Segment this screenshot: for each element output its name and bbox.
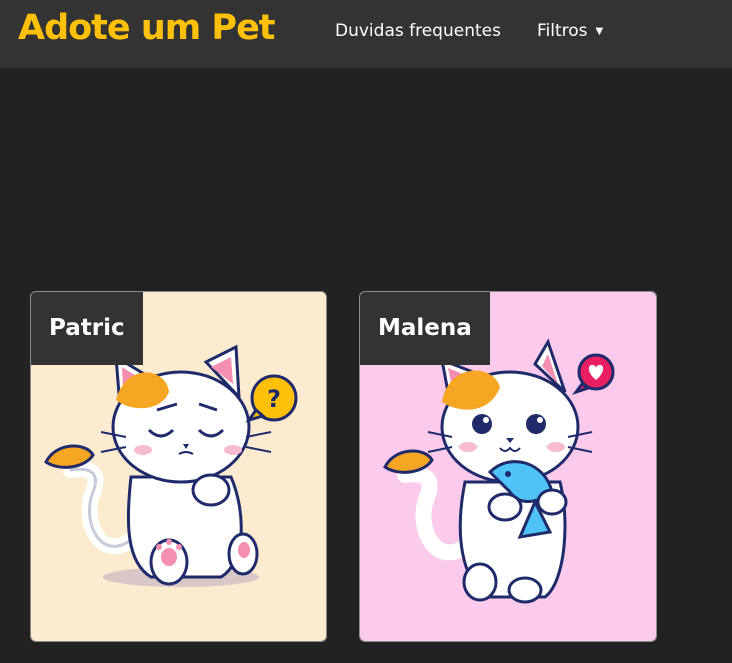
nav-filters-dropdown[interactable]: Filtros ▼ <box>537 21 603 41</box>
brand-logo[interactable]: Adote um Pet <box>18 8 276 48</box>
pet-name-label: Malena <box>360 292 490 365</box>
pet-name-label: Patric <box>31 292 143 365</box>
svg-text:?: ? <box>267 385 281 413</box>
nav-faq-link[interactable]: Duvidas frequentes <box>335 21 501 41</box>
nav-filters-label: Filtros <box>537 21 588 41</box>
pet-card-malena[interactable]: Malena <box>359 291 657 642</box>
top-navbar: Adote um Pet Duvidas frequentes Filtros ▼ <box>0 0 732 68</box>
pet-card-patric[interactable]: ? Patric <box>30 291 327 642</box>
caret-down-icon: ▼ <box>595 26 604 37</box>
